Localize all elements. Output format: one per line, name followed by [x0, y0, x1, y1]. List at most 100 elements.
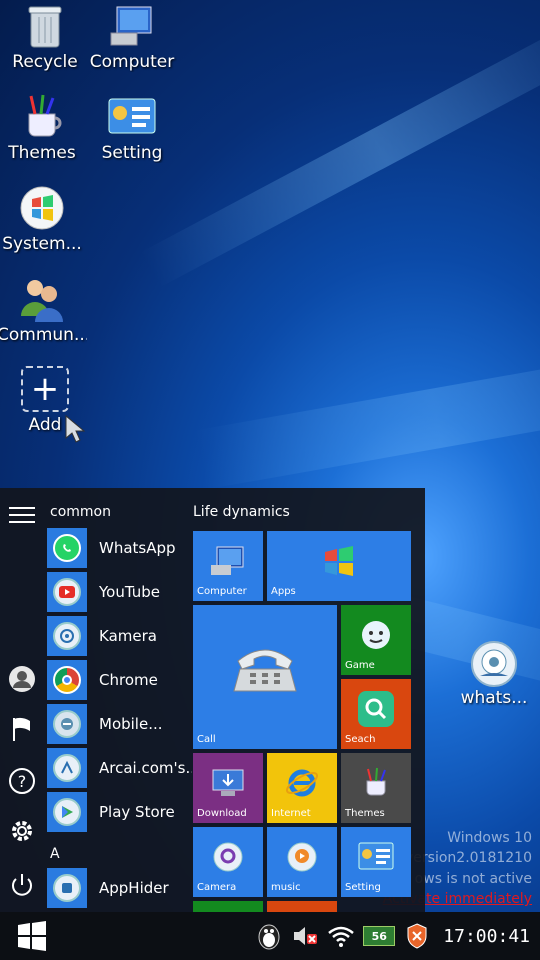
flag-icon[interactable] — [7, 714, 37, 744]
svg-text:?: ? — [18, 772, 27, 791]
tile-label: Computer — [197, 586, 247, 597]
youtube-icon — [47, 572, 87, 612]
apphider-icon — [47, 868, 87, 908]
shield-icon[interactable] — [403, 921, 431, 951]
tile-partial[interactable] — [193, 901, 263, 912]
gear-icon[interactable] — [7, 816, 37, 846]
app-item-mobile[interactable]: Mobile... — [47, 704, 192, 744]
wifi-icon[interactable] — [327, 921, 355, 951]
tile-label: Call — [197, 734, 216, 745]
tile-label: Game — [345, 660, 375, 671]
hamburger-menu-icon[interactable] — [7, 500, 37, 530]
app-label: Play Store — [99, 803, 175, 821]
light-beam — [140, 8, 540, 288]
mobile-icon — [47, 704, 87, 744]
download-icon — [211, 768, 245, 802]
desktop-icon-label: Commun... — [0, 325, 87, 345]
section-title-common: common — [50, 504, 111, 520]
taskbar: 56 17:00:41 — [0, 912, 540, 960]
watermark-line: ows is not active — [414, 871, 532, 887]
app-label: Arcai.com's... — [99, 759, 192, 777]
tile-download[interactable]: Download — [193, 753, 263, 823]
computer-icon — [108, 2, 156, 50]
windows-logo-icon — [322, 545, 356, 580]
app-item-apphider[interactable]: AppHider — [47, 868, 192, 908]
app-label: Chrome — [99, 671, 158, 689]
app-label: Kamera — [99, 627, 157, 645]
desktop-icon-label: Setting — [101, 143, 163, 163]
tile-label: Apps — [271, 586, 296, 597]
start-left-rail: ? — [0, 488, 44, 912]
europe-badge-icon — [470, 640, 518, 688]
desktop-icon-themes[interactable]: Themes — [0, 93, 87, 163]
chrome-icon — [47, 660, 87, 700]
section-title-life-dynamics: Life dynamics — [193, 504, 290, 520]
app-item-play-store[interactable]: Play Store — [47, 792, 192, 832]
desktop-icon-label: System... — [2, 234, 82, 254]
game-icon — [361, 620, 391, 654]
tile-label: Setting — [345, 882, 381, 893]
computer-icon — [209, 545, 247, 581]
tile-game[interactable]: Game — [341, 605, 411, 675]
tile-label: Download — [197, 808, 247, 819]
desktop-icon-label: Computer — [89, 52, 175, 72]
app-label: WhatsApp — [99, 539, 176, 557]
tile-computer[interactable]: Computer — [193, 531, 263, 601]
tile-internet[interactable]: Internet — [267, 753, 337, 823]
desktop-icon-recycle[interactable]: Recycle — [0, 2, 90, 72]
tile-label: Seach — [345, 734, 376, 745]
windows-logo-icon — [18, 184, 66, 232]
taskbar-clock[interactable]: 17:00:41 — [443, 926, 530, 947]
themes-icon — [18, 93, 66, 141]
tile-setting[interactable]: Setting — [341, 827, 411, 897]
tile-themes[interactable]: Themes — [341, 753, 411, 823]
start-button[interactable] — [0, 912, 64, 960]
users-icon — [18, 275, 66, 323]
desktop-icon-label: Themes — [8, 143, 76, 163]
desktop-icon-computer[interactable]: Computer — [87, 2, 177, 72]
windows-logo-icon — [18, 921, 46, 951]
desktop-icon-label: whats... — [460, 688, 528, 708]
app-item-arcai[interactable]: Arcai.com's... — [47, 748, 192, 788]
tile-label: Internet — [271, 808, 311, 819]
internet-explorer-icon — [284, 765, 320, 805]
app-item-kamera[interactable]: Kamera — [47, 616, 192, 656]
app-label: Mobile... — [99, 715, 163, 733]
section-letter[interactable]: A — [50, 846, 60, 862]
setting-icon — [358, 842, 394, 876]
tile-camera[interactable]: Camera — [193, 827, 263, 897]
play-store-icon — [47, 792, 87, 832]
app-item-chrome[interactable]: Chrome — [47, 660, 192, 700]
qq-penguin-icon[interactable] — [255, 921, 283, 951]
app-item-whatsapp[interactable]: WhatsApp — [47, 528, 192, 568]
user-avatar-icon[interactable] — [7, 664, 37, 694]
tile-music[interactable]: music — [267, 827, 337, 897]
start-menu: ? common Life dynamics WhatsApp YouTube … — [0, 488, 425, 912]
desktop-icon-system[interactable]: System... — [0, 184, 87, 254]
app-label: YouTube — [99, 583, 160, 601]
volume-muted-icon[interactable] — [291, 921, 319, 951]
tile-label: Themes — [345, 808, 385, 819]
tile-partial[interactable] — [267, 901, 337, 912]
desktop-icon-whats[interactable]: whats... — [455, 640, 533, 708]
tile-apps[interactable]: Apps — [267, 531, 411, 601]
help-icon[interactable]: ? — [7, 766, 37, 796]
search-icon — [358, 690, 394, 731]
tile-search[interactable]: Seach — [341, 679, 411, 749]
setting-icon — [108, 93, 156, 141]
recycle-bin-icon — [21, 2, 69, 50]
battery-indicator[interactable]: 56 — [363, 926, 396, 946]
light-beam — [194, 347, 540, 490]
tile-call[interactable]: Call — [193, 605, 337, 749]
mouse-cursor-icon — [64, 414, 86, 448]
camera-icon — [47, 616, 87, 656]
desktop-icon-label: Recycle — [12, 52, 78, 72]
desktop-icon-community[interactable]: Commun... — [0, 275, 87, 345]
watermark-line: Windows 10 — [447, 830, 532, 846]
tile-label: music — [271, 882, 301, 893]
desktop-icon-setting[interactable]: Setting — [87, 93, 177, 163]
power-icon[interactable] — [7, 870, 37, 900]
telephone-icon — [230, 639, 300, 701]
app-item-youtube[interactable]: YouTube — [47, 572, 192, 612]
camera-icon — [212, 841, 244, 877]
